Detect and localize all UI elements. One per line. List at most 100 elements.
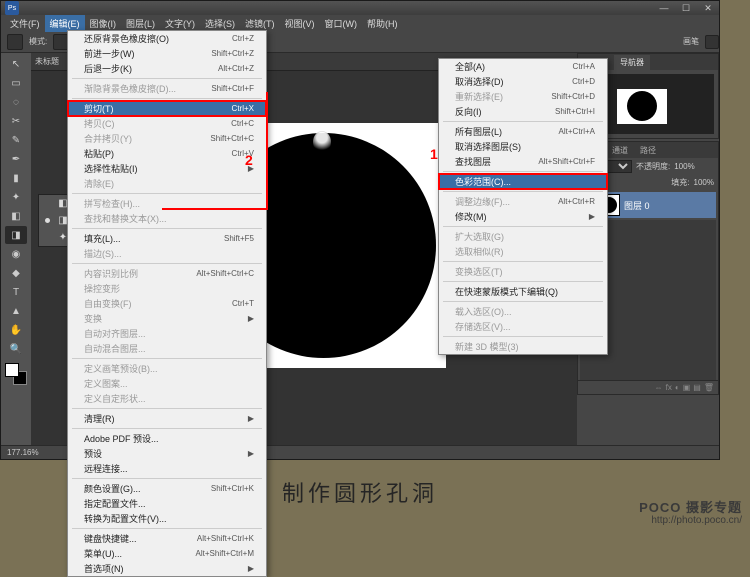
tool-14[interactable]: ✋ bbox=[5, 321, 27, 339]
tool-11[interactable]: ◆ bbox=[5, 264, 27, 282]
tool-9[interactable]: ◨ bbox=[5, 226, 27, 244]
menu-item[interactable]: Adobe PDF 预设... bbox=[68, 431, 266, 446]
menu-8[interactable]: 窗口(W) bbox=[320, 15, 363, 32]
splash-mark bbox=[313, 131, 331, 153]
menu-0[interactable]: 文件(F) bbox=[5, 15, 45, 32]
menu-item[interactable]: 转换为配置文件(V)... bbox=[68, 511, 266, 526]
menu-item[interactable]: 首选项(N)▶ bbox=[68, 561, 266, 576]
menu-item[interactable]: 全部(A)Ctrl+A bbox=[439, 59, 607, 74]
menu-item[interactable]: 修改(M)▶ bbox=[439, 209, 607, 224]
menu-item[interactable]: 查找图层Alt+Shift+Ctrl+F bbox=[439, 154, 607, 169]
menu-item: 载入选区(O)... bbox=[439, 304, 607, 319]
watermark: POCO 摄影专题 http://photo.poco.cn/ bbox=[639, 502, 742, 526]
link-icon[interactable]: ⇔ bbox=[655, 383, 663, 392]
tool-3[interactable]: ✂ bbox=[5, 112, 27, 130]
menu-item: 定义画笔预设(B)... bbox=[68, 361, 266, 376]
tab-channels[interactable]: 通道 bbox=[606, 143, 634, 158]
menu-item[interactable]: 后退一步(K)Alt+Ctrl+Z bbox=[68, 61, 266, 76]
new-layer-icon[interactable]: ▤ bbox=[693, 383, 701, 392]
select-menu-dropdown: 全部(A)Ctrl+A取消选择(D)Ctrl+D重新选择(E)Shift+Ctr… bbox=[438, 58, 608, 355]
menu-item: 自动混合图层... bbox=[68, 341, 266, 356]
menu-item[interactable]: 指定配置文件... bbox=[68, 496, 266, 511]
annotation-label-2: 2 bbox=[245, 152, 253, 168]
color-swatches[interactable] bbox=[5, 363, 27, 385]
zoom-level[interactable]: 177.16% bbox=[7, 448, 39, 457]
menu-item[interactable]: 还原背景色橡皮擦(O)Ctrl+Z bbox=[68, 31, 266, 46]
ps-logo-icon: Ps bbox=[5, 1, 19, 15]
menu-item[interactable]: 所有图层(L)Alt+Ctrl+A bbox=[439, 124, 607, 139]
menu-item: 自由变换(F)Ctrl+T bbox=[68, 296, 266, 311]
menu-item[interactable]: 取消选择图层(S) bbox=[439, 139, 607, 154]
menu-1[interactable]: 编辑(E) bbox=[45, 15, 85, 32]
tool-7[interactable]: ✦ bbox=[5, 188, 27, 206]
brush-panel-icon[interactable] bbox=[705, 35, 719, 49]
menu-item: 调整边缘(F)...Alt+Ctrl+R bbox=[439, 194, 607, 209]
tool-5[interactable]: ✒ bbox=[5, 150, 27, 168]
layer-panel-buttons: ⇔ fx ◐ ▣ ▤ 🗑 bbox=[578, 380, 718, 394]
menu-item[interactable]: 取消选择(D)Ctrl+D bbox=[439, 74, 607, 89]
menubar: 文件(F)编辑(E)图像(I)图层(L)文字(Y)选择(S)滤镜(T)视图(V)… bbox=[1, 15, 719, 31]
edit-menu-dropdown: 还原背景色橡皮擦(O)Ctrl+Z前进一步(W)Shift+Ctrl+Z后退一步… bbox=[67, 30, 267, 577]
mask-icon[interactable]: ◐ bbox=[675, 383, 680, 392]
menu-item[interactable]: 粘贴(P)Ctrl+V bbox=[68, 146, 266, 161]
menu-item[interactable]: 颜色设置(G)...Shift+Ctrl+K bbox=[68, 481, 266, 496]
tool-6[interactable]: ▮ bbox=[5, 169, 27, 187]
menu-item[interactable]: 剪切(T)Ctrl+X bbox=[68, 101, 266, 116]
menu-9[interactable]: 帮助(H) bbox=[362, 15, 403, 32]
tool-10[interactable]: ◉ bbox=[5, 245, 27, 263]
tool-2[interactable]: ◌ bbox=[5, 93, 27, 111]
menu-item: 变换▶ bbox=[68, 311, 266, 326]
menu-item: 重新选择(E)Shift+Ctrl+D bbox=[439, 89, 607, 104]
menu-item: 扩大选取(G) bbox=[439, 229, 607, 244]
menu-6[interactable]: 滤镜(T) bbox=[240, 15, 280, 32]
menu-item[interactable]: 在快速蒙版模式下编辑(Q) bbox=[439, 284, 607, 299]
menu-item: 存储选区(V)... bbox=[439, 319, 607, 334]
menu-item: 自动对齐图层... bbox=[68, 326, 266, 341]
tab-paths[interactable]: 路径 bbox=[634, 143, 662, 158]
menu-item[interactable]: 键盘快捷键...Alt+Shift+Ctrl+K bbox=[68, 531, 266, 546]
menu-item[interactable]: 反向(I)Shift+Ctrl+I bbox=[439, 104, 607, 119]
tool-0[interactable]: ↖ bbox=[5, 55, 27, 73]
brush-group-label: 画笔 bbox=[683, 36, 699, 47]
menu-item[interactable]: 前进一步(W)Shift+Ctrl+Z bbox=[68, 46, 266, 61]
folder-icon[interactable]: ▣ bbox=[683, 383, 691, 392]
toolbar: ↖▭◌✂✎✒▮✦◧◨◉◆T▲✋🔍 bbox=[1, 53, 31, 445]
menu-item: 查找和替换文本(X)... bbox=[68, 211, 266, 226]
tool-4[interactable]: ✎ bbox=[5, 131, 27, 149]
menu-item[interactable]: 预设▶ bbox=[68, 446, 266, 461]
tool-preset-icon[interactable] bbox=[7, 34, 23, 50]
menu-item[interactable]: 远程连接... bbox=[68, 461, 266, 476]
menu-item[interactable]: 清理(R)▶ bbox=[68, 411, 266, 426]
menu-7[interactable]: 视图(V) bbox=[280, 15, 320, 32]
close-button[interactable]: ✕ bbox=[697, 2, 719, 14]
tool-1[interactable]: ▭ bbox=[5, 74, 27, 92]
menu-item: 内容识别比例Alt+Shift+Ctrl+C bbox=[68, 266, 266, 281]
maximize-button[interactable]: ☐ bbox=[675, 2, 697, 14]
menu-item[interactable]: 选择性粘贴(I)▶ bbox=[68, 161, 266, 176]
tool-13[interactable]: ▲ bbox=[5, 302, 27, 320]
menu-item: 描边(S)... bbox=[68, 246, 266, 261]
menu-2[interactable]: 图像(I) bbox=[85, 15, 122, 32]
minimize-button[interactable]: — bbox=[653, 2, 675, 14]
titlebar: Ps — ☐ ✕ bbox=[1, 1, 719, 15]
menu-item[interactable]: 菜单(U)...Alt+Shift+Ctrl+M bbox=[68, 546, 266, 561]
trash-icon[interactable]: 🗑 bbox=[704, 383, 714, 392]
document-tab[interactable]: 未标题 bbox=[35, 56, 59, 67]
menu-item: 拷贝(C)Ctrl+C bbox=[68, 116, 266, 131]
menu-4[interactable]: 文字(Y) bbox=[160, 15, 200, 32]
menu-3[interactable]: 图层(L) bbox=[121, 15, 160, 32]
menu-5[interactable]: 选择(S) bbox=[200, 15, 240, 32]
tab-navigator[interactable]: 导航器 bbox=[614, 55, 650, 70]
layer-name[interactable]: 图层 0 bbox=[624, 199, 650, 212]
menu-item: 合并拷贝(Y)Shift+Ctrl+C bbox=[68, 131, 266, 146]
fx-icon[interactable]: fx bbox=[666, 383, 672, 392]
menu-item: 渐隐背景色橡皮擦(D)...Shift+Ctrl+F bbox=[68, 81, 266, 96]
menu-item: 操控变形 bbox=[68, 281, 266, 296]
tool-15[interactable]: 🔍 bbox=[5, 340, 27, 358]
menu-item: 变换选区(T) bbox=[439, 264, 607, 279]
menu-item[interactable]: 填充(L)...Shift+F5 bbox=[68, 231, 266, 246]
tool-8[interactable]: ◧ bbox=[5, 207, 27, 225]
menu-item[interactable]: 色彩范围(C)... bbox=[439, 174, 607, 189]
menu-item: 新建 3D 模型(3) bbox=[439, 339, 607, 354]
tool-12[interactable]: T bbox=[5, 283, 27, 301]
